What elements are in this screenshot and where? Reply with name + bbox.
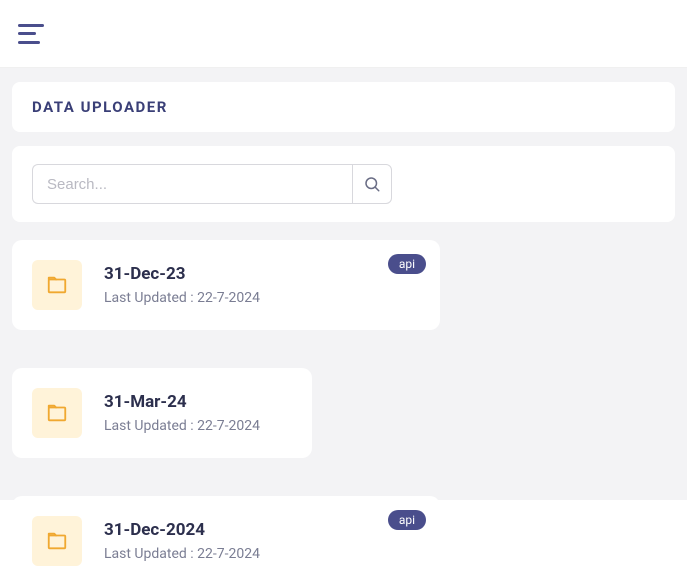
card-text: 31-Dec-2024 Last Updated : 22-7-2024: [104, 520, 420, 562]
search-icon: [363, 175, 381, 193]
cards-grid: 31-Dec-23 Last Updated : 22-7-2024 api 3…: [0, 240, 687, 586]
folder-icon: [46, 530, 68, 552]
page-body: DATA UPLOADER 31-Dec-23 Last Updated : 2…: [0, 68, 687, 500]
api-badge: api: [388, 510, 426, 530]
file-card[interactable]: 31-Dec-23 Last Updated : 22-7-2024 api: [12, 240, 440, 330]
search-button[interactable]: [352, 164, 392, 204]
card-text: 31-Mar-24 Last Updated : 22-7-2024: [104, 392, 292, 434]
page-header-card: DATA UPLOADER: [12, 82, 675, 132]
topbar: [0, 0, 687, 68]
card-title: 31-Dec-2024: [104, 520, 420, 540]
page-title: DATA UPLOADER: [32, 98, 655, 116]
menu-icon[interactable]: [18, 24, 44, 44]
folder-icon: [46, 274, 68, 296]
api-badge: api: [388, 254, 426, 274]
search-card: [12, 146, 675, 222]
card-subtitle: Last Updated : 22-7-2024: [104, 418, 292, 434]
search-wrap: [32, 164, 392, 204]
card-title: 31-Mar-24: [104, 392, 292, 412]
folder-icon-box: [32, 516, 82, 566]
folder-icon-box: [32, 388, 82, 438]
card-text: 31-Dec-23 Last Updated : 22-7-2024: [104, 264, 420, 306]
card-subtitle: Last Updated : 22-7-2024: [104, 546, 420, 562]
folder-icon: [46, 402, 68, 424]
card-subtitle: Last Updated : 22-7-2024: [104, 290, 420, 306]
file-card[interactable]: 31-Mar-24 Last Updated : 22-7-2024: [12, 368, 312, 458]
file-card[interactable]: 31-Dec-2024 Last Updated : 22-7-2024 api: [12, 496, 440, 586]
folder-icon-box: [32, 260, 82, 310]
card-title: 31-Dec-23: [104, 264, 420, 284]
search-input[interactable]: [32, 164, 352, 204]
